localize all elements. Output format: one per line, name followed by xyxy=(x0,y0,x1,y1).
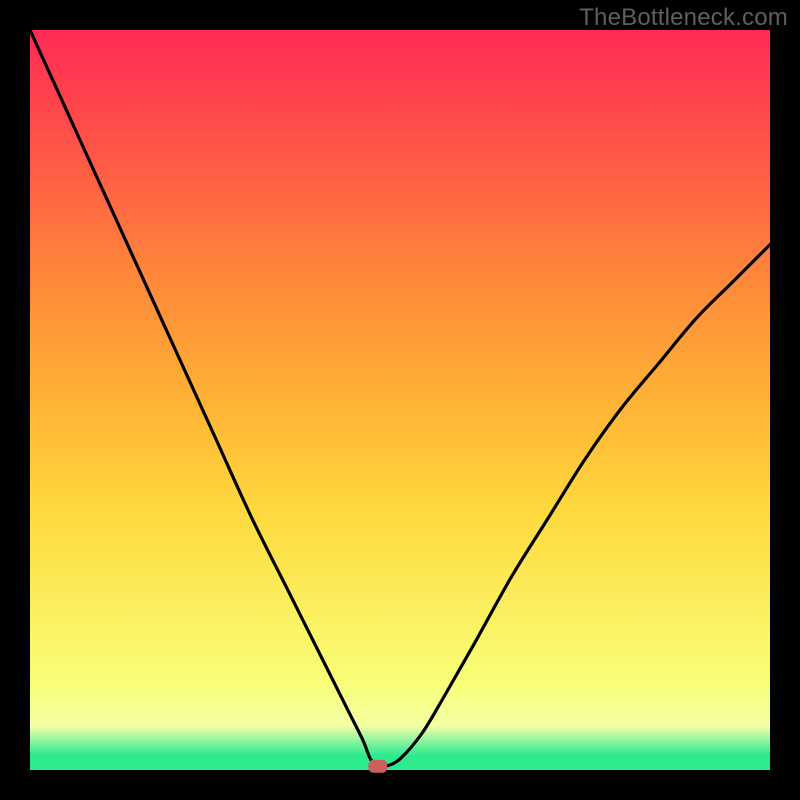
minimum-marker xyxy=(369,760,387,772)
curve-layer xyxy=(30,30,770,770)
plot-area xyxy=(30,30,770,770)
bottleneck-curve xyxy=(30,30,770,767)
chart-frame: TheBottleneck.com xyxy=(0,0,800,800)
watermark-text: TheBottleneck.com xyxy=(579,4,788,32)
